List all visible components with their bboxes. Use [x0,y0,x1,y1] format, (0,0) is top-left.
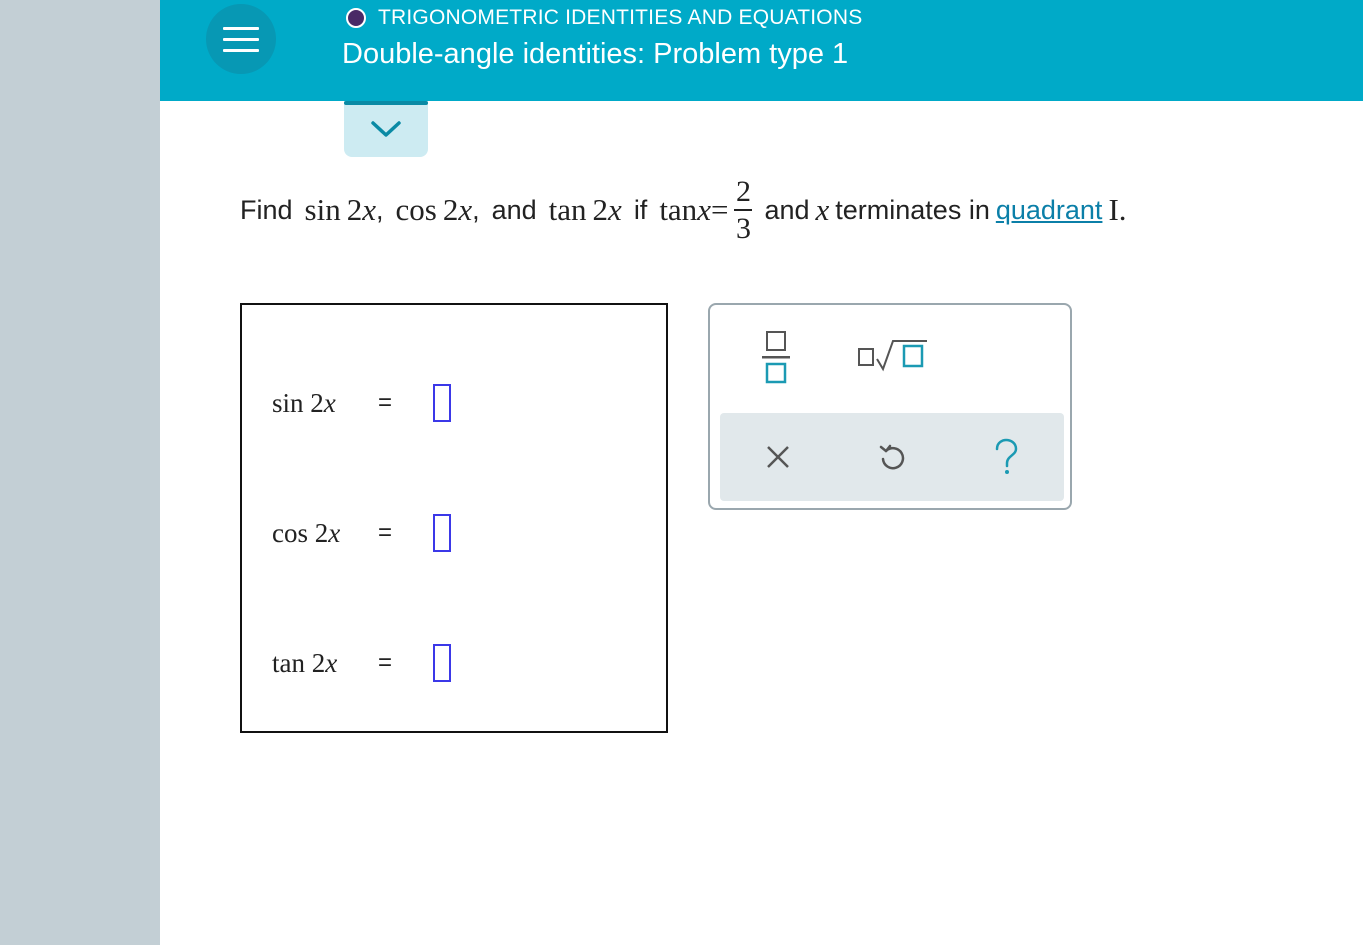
nth-root-icon [858,340,927,372]
answer-label-cos: cos 2x [272,518,378,549]
clear-button[interactable] [760,439,796,475]
q-cos-var: x [458,192,473,227]
q-tan-term: tan 2x [549,192,622,228]
topic-text: TRIGONOMETRIC IDENTITIES AND EQUATIONS [378,6,863,29]
quadrant-link[interactable]: quadrant [996,195,1103,226]
help-icon [995,438,1018,474]
q-comma-2: , [472,194,480,225]
fraction-icon [762,331,790,384]
page-title: Double-angle identities: Problem type 1 [342,38,849,70]
left-rail [0,0,160,945]
answer-equals: = [378,519,393,546]
q-sin-term: sin 2x [305,192,376,228]
answer-arg: 2 [311,647,326,678]
q-comma-1: , [375,194,384,225]
answer-row-sin: sin 2x = [272,378,451,428]
math-palette [708,303,1072,510]
q-denominator: 3 [735,212,751,245]
q-sin-var: x [362,192,376,227]
answer-var: x [325,647,338,678]
answer-row-cos: cos 2x = [272,508,451,558]
q-sin-two: 2 [346,192,363,227]
menu-icon-bar [223,48,259,52]
answer-label-sin: sin 2x [272,388,378,419]
tan-answer-input[interactable] [433,644,451,682]
q-quadrant-value: I. [1108,192,1127,227]
q-tan-fn: tan [548,192,587,227]
q-cos-term: cos 2x [396,192,473,228]
answer-arg: 2 [310,387,324,418]
topic-label: TRIGONOMETRIC IDENTITIES AND EQUATIONS [346,6,862,30]
answer-equals: = [378,389,393,416]
menu-button[interactable] [206,4,276,74]
answer-var: x [323,387,336,418]
undo-button[interactable] [874,439,910,475]
answer-row-tan: tan 2x = [272,638,451,688]
q-cos-fn: cos [395,192,437,227]
help-button[interactable] [988,437,1024,477]
answer-fn: tan [272,647,305,678]
question-text: Find sin 2x, cos 2x, and tan 2x if tanx= 2 … [240,168,1350,252]
clear-icon [767,446,789,468]
progress-dot-icon [346,8,366,28]
answer-var: x [328,517,341,548]
q-given-fn: tan [659,192,698,227]
menu-icon-bar [223,37,259,41]
q-and: and [491,194,537,225]
answer-arg: 2 [314,517,329,548]
answer-label-tan: tan 2x [272,648,378,679]
sin-answer-input[interactable] [433,384,451,422]
q-tan-two: 2 [592,192,609,227]
undo-icon [879,444,905,470]
q-given-var: x [697,192,711,227]
expand-header-button[interactable] [344,101,428,157]
q-numerator: 2 [735,174,751,208]
q-equals: = [710,192,729,227]
palette-actions [720,413,1064,501]
q-terminates: terminates in [835,194,990,225]
cos-answer-input[interactable] [433,514,451,552]
fraction-bar [734,209,753,211]
q-find: Find [240,194,293,225]
menu-icon [223,26,259,30]
fraction-button[interactable] [758,329,794,385]
answer-box: sin 2x = cos 2x = tan 2x = [240,303,668,733]
q-var: x [816,192,830,228]
answer-fn: sin [272,387,304,418]
q-sin-fn: sin [304,192,341,227]
q-tan-var: x [608,192,622,227]
nth-root-button[interactable] [856,337,930,373]
q-given: tanx= [659,192,728,228]
q-fraction: 2 3 [734,174,753,245]
chevron-down-icon [371,121,401,137]
q-cos-two: 2 [442,192,459,227]
answer-equals: = [378,649,393,676]
answer-fn: cos [272,517,308,548]
q-var-x: x [815,192,830,227]
q-if: if [633,194,648,225]
q-and-2: and [764,194,810,225]
